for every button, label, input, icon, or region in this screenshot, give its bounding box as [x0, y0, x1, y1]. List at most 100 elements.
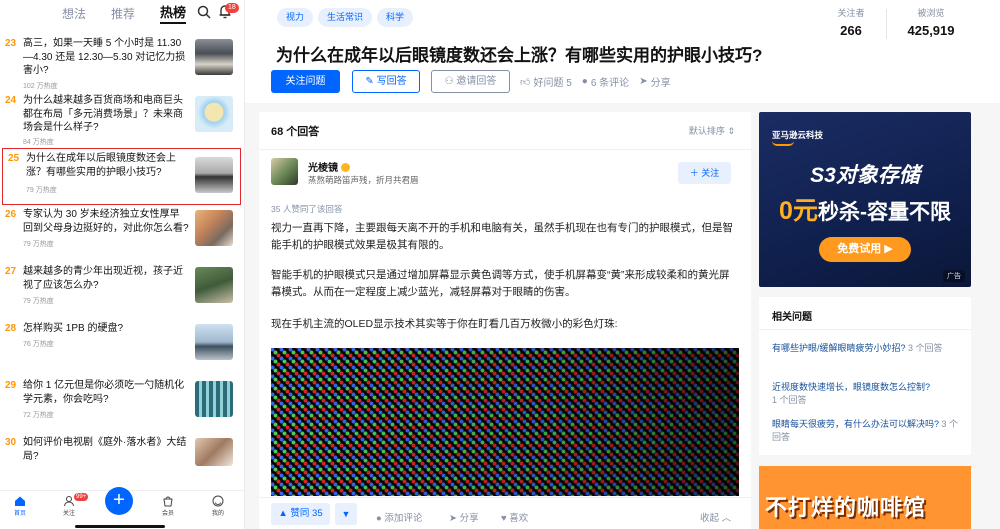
- nav-me[interactable]: 我的: [203, 495, 233, 517]
- sort-dropdown[interactable]: 默认排序 ⇕: [689, 124, 735, 137]
- hot-item[interactable]: 28 怎样购买 1PB 的硬盘? 76 万热度: [0, 319, 244, 376]
- hot-item-selected[interactable]: 25 为什么在成年以后眼镜度数还会上涨？有哪些实用的护眼小技巧? 79 万热度: [2, 148, 241, 205]
- aws-ad-banner[interactable]: 亚马逊云科技 S3对象存储 0元秒杀-容量不限 免费试用 ▶ 广告: [759, 112, 971, 287]
- play-icon: ▶: [884, 243, 893, 255]
- good-question-label: 好问题 5: [533, 78, 572, 89]
- hot-item[interactable]: 24 为什么越来越多百货商场和电商巨头都在布局「多元消费场景」？未来商场会是什么…: [0, 91, 244, 148]
- heat-label: 84 万热度: [23, 139, 54, 146]
- question-stats: 关注者 266 被浏览 425,919: [825, 6, 985, 42]
- heat-label: 79 万热度: [23, 298, 54, 305]
- nav-home[interactable]: 首页: [5, 495, 35, 517]
- tab-ideas[interactable]: 想法: [62, 5, 86, 22]
- home-indicator: [75, 525, 165, 528]
- hot-item[interactable]: 23 高三，如果一天睡 5 个小时是 11.30—4.30 还是 12.30—5…: [0, 34, 244, 91]
- share-label: 分享: [650, 78, 671, 89]
- nav-vip-label: 会员: [161, 511, 174, 517]
- collapse-label: 收起: [700, 513, 720, 524]
- related-item[interactable]: 有哪些护眼/缓解眼睛疲劳小妙招? 3 个回答: [772, 342, 962, 355]
- downvote-icon: ▼: [341, 509, 351, 519]
- author-name-text: 光棱镜: [308, 163, 338, 174]
- related-question-link[interactable]: 近视度数快速增长，眼镜度数怎么控制?: [772, 382, 930, 392]
- chevron-up-icon: ︿: [721, 513, 732, 524]
- downvote-button[interactable]: ▼: [335, 503, 357, 525]
- brand-logo-smile: [772, 141, 794, 146]
- write-answer-button[interactable]: ✎ 写回答: [352, 70, 420, 93]
- comment-icon: ●: [376, 513, 382, 524]
- related-item[interactable]: 眼睛每天很疲劳，有什么办法可以解决吗? 3 个回答: [772, 418, 962, 444]
- related-answer-count: 3 个回答: [908, 343, 943, 353]
- hot-item-thumbnail: [195, 381, 233, 417]
- answer-paragraph: 现在手机主流的OLED显示技术其实等于你在盯看几百万枚微小的彩色灯珠:: [271, 318, 618, 330]
- invite-answer-button[interactable]: ⚇ 邀请回答: [431, 70, 510, 93]
- follow-author-button[interactable]: ＋ 关注: [678, 162, 731, 184]
- upvote-button[interactable]: ▲ 赞同 35: [271, 503, 330, 525]
- ad-brand: 亚马逊云科技: [772, 130, 824, 140]
- heat-label: 72 万热度: [23, 412, 54, 419]
- views-stat: 被浏览 425,919: [897, 6, 965, 38]
- bottom-nav: 首页 关注 99+ + 会员 我的: [0, 487, 244, 529]
- heat-label: 79 万热度: [26, 187, 57, 194]
- hot-item-title[interactable]: 高三，如果一天睡 5 个小时是 11.30—4.30 还是 12.30—5.30…: [23, 37, 189, 78]
- create-button[interactable]: +: [105, 487, 133, 515]
- hot-item[interactable]: 27 越来越多的青少年出现近视，孩子近视了应该怎么办? 79 万热度: [0, 262, 244, 319]
- tab-hot[interactable]: 热榜: [160, 2, 187, 24]
- like-button[interactable]: ♥ 喜欢: [501, 510, 528, 524]
- hot-item-title[interactable]: 给你 1 亿元但是你必须吃一勺随机化学元素，你会吃吗?: [23, 379, 189, 406]
- hot-item[interactable]: 30 如何评价电视剧《庭外·落水者》大结局?: [0, 433, 244, 490]
- ad2-text: 不打烊的咖啡馆: [765, 495, 927, 520]
- nav-vip[interactable]: 会员: [153, 495, 183, 517]
- related-item[interactable]: 近视度数快速增长，眼镜度数怎么控制? 1 个回答: [772, 381, 962, 407]
- comments-label: 6 条评论: [590, 78, 630, 89]
- tab-recommend[interactable]: 推荐: [111, 5, 135, 22]
- question-title: 为什么在成年以后眼镜度数还会上涨？有哪些实用的护眼小技巧?: [276, 46, 763, 65]
- author-name[interactable]: 光棱镜: [308, 159, 350, 174]
- invite-answer-label: 邀请回答: [456, 76, 497, 87]
- answer-action-bar: ▲ 赞同 35 ▼ ● 添加评论 ➤ 分享 ♥ 喜欢 收起 ︿: [259, 497, 751, 529]
- hot-item-title[interactable]: 怎样购买 1PB 的硬盘?: [23, 322, 189, 336]
- comments-button[interactable]: ● 6 条评论: [582, 74, 629, 89]
- vip-icon: [163, 496, 173, 507]
- profile-icon: [212, 495, 224, 507]
- hot-item-title[interactable]: 为什么在成年以后眼镜度数还会上涨？有哪些实用的护眼小技巧?: [26, 152, 192, 179]
- share-button[interactable]: ➤ 分享: [639, 74, 670, 89]
- comment-icon: ●: [581, 76, 588, 87]
- answer-paragraph: 智能手机的护眼模式只是通过增加屏幕显示黄色调等方式，使手机屏幕变“黄”来形成较柔…: [271, 269, 730, 298]
- hot-item-title[interactable]: 专家认为 30 岁未经济独立女性厚早回到父母身边挺好的，对此你怎么看?: [23, 208, 189, 235]
- followers-stat: 关注者 266: [831, 6, 871, 38]
- topic-tag[interactable]: 生活常识: [318, 8, 373, 27]
- heat-label: 79 万热度: [23, 241, 54, 248]
- follow-question-button[interactable]: 关注问题: [271, 70, 340, 93]
- nav-me-label: 我的: [211, 511, 224, 517]
- hot-item-title[interactable]: 如何评价电视剧《庭外·落水者》大结局?: [23, 436, 189, 463]
- stats-divider: [886, 9, 887, 39]
- views-count: 425,919: [907, 23, 955, 38]
- hot-item-title[interactable]: 为什么越来越多百货商场和电商巨头都在布局「多元消费场景」？未来商场会是什么样子?: [23, 94, 189, 135]
- views-label: 被浏览: [917, 8, 945, 18]
- badge-icon: [341, 163, 350, 172]
- related-question-link[interactable]: 眼睛每天很疲劳，有什么办法可以解决吗?: [772, 419, 939, 429]
- ad-headline: S3对象存储: [810, 164, 920, 187]
- add-comment-button[interactable]: ● 添加评论: [376, 510, 422, 524]
- search-icon[interactable]: [197, 5, 211, 19]
- topic-tag[interactable]: 视力: [277, 8, 314, 27]
- related-question-link[interactable]: 有哪些护眼/缓解眼睛疲劳小妙招?: [772, 343, 906, 353]
- good-question-button[interactable]: 👍︎ 好问题 5: [520, 74, 572, 90]
- share-answer-button[interactable]: ➤ 分享: [449, 510, 479, 524]
- ad-cta-button[interactable]: 免费试用 ▶: [819, 237, 911, 262]
- topic-tag[interactable]: 科学: [377, 8, 414, 27]
- nav-home-label: 首页: [13, 511, 26, 517]
- question-actions: 关注问题 ✎ 写回答 ⚇ 邀请回答 👍︎ 好问题 5 ● 6 条评论 ➤ 分享: [271, 70, 671, 93]
- avatar[interactable]: [271, 158, 298, 185]
- hot-item[interactable]: 29 给你 1 亿元但是你必须吃一勺随机化学元素，你会吃吗? 72 万热度: [0, 376, 244, 433]
- followers-label: 关注者: [837, 8, 865, 18]
- heart-icon: ♥: [501, 513, 507, 524]
- answer-count: 68 个回答: [271, 126, 320, 138]
- sort-chevron-icon: ⇕: [727, 126, 735, 136]
- hot-item-thumbnail: [195, 210, 233, 246]
- hot-item[interactable]: 26 专家认为 30 岁未经济独立女性厚早回到父母身边挺好的，对此你怎么看? 7…: [0, 205, 244, 262]
- coffee-ad-banner[interactable]: 不打烊的咖啡馆: [759, 466, 971, 529]
- add-comment-label: 添加评论: [384, 513, 423, 524]
- collapse-button[interactable]: 收起 ︿: [700, 510, 731, 524]
- rank-number: 27: [5, 266, 17, 277]
- hot-item-title[interactable]: 越来越多的青少年出现近视，孩子近视了应该怎么办?: [23, 265, 189, 292]
